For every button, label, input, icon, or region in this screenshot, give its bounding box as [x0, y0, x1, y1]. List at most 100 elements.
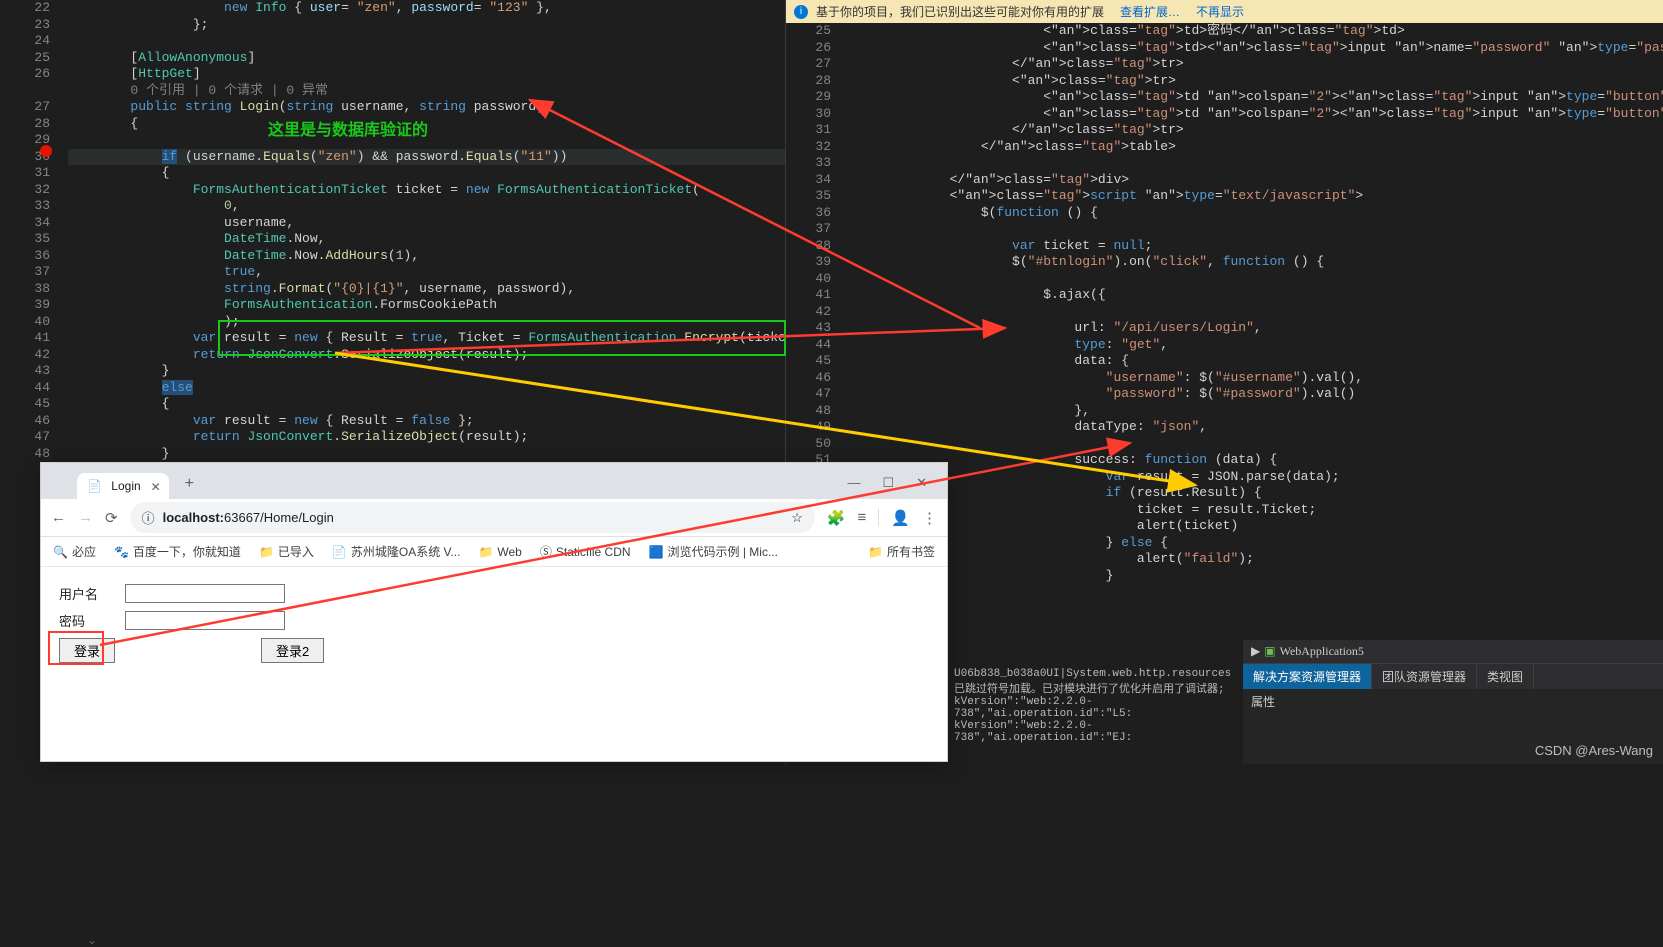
- reload-icon[interactable]: ⟳: [105, 509, 118, 527]
- green-highlight-box: [218, 320, 786, 356]
- code-line[interactable]: [856, 221, 1663, 238]
- search-icon: 🔍: [53, 545, 68, 559]
- password-input[interactable]: [125, 611, 285, 630]
- code-line[interactable]: $.ajax({: [856, 287, 1663, 304]
- code-line[interactable]: <"an">class="tag">tr>: [856, 73, 1663, 90]
- code-line[interactable]: else: [68, 380, 785, 397]
- bookmark-item[interactable]: 📁Web: [478, 545, 521, 559]
- code-line[interactable]: <"an">class="tag">td "an">colspan="2"><"…: [856, 106, 1663, 123]
- code-line[interactable]: type: "get",: [856, 337, 1663, 354]
- code-line[interactable]: if (result.Result) {: [856, 485, 1663, 502]
- bookmark-item[interactable]: 📄苏州城隆OA系统 V...: [332, 543, 461, 560]
- code-line[interactable]: "username": $("#username").val(),: [856, 370, 1663, 387]
- solution-tab[interactable]: 类视图: [1477, 664, 1534, 689]
- code-line[interactable]: alert("faild");: [856, 551, 1663, 568]
- code-line[interactable]: {: [68, 396, 785, 413]
- tab-dropdown-icon[interactable]: ⌄: [87, 933, 97, 947]
- expand-icon[interactable]: ▶: [1251, 644, 1260, 659]
- code-line[interactable]: [68, 33, 785, 50]
- minimize-icon[interactable]: —: [847, 475, 860, 491]
- code-line[interactable]: [856, 271, 1663, 288]
- code-line[interactable]: data: {: [856, 353, 1663, 370]
- bookmark-item[interactable]: ⓈStaticfile CDN: [540, 543, 631, 560]
- code-line[interactable]: public string Login(string username, str…: [68, 99, 785, 116]
- code-line[interactable]: DateTime.Now.AddHours(1),: [68, 248, 785, 265]
- code-line[interactable]: var ticket = null;: [856, 238, 1663, 255]
- bookmark-item[interactable]: 📁已导入: [259, 543, 314, 560]
- menu-icon[interactable]: ⋮: [922, 509, 937, 527]
- code-line[interactable]: </"an">class="tag">div>: [856, 172, 1663, 189]
- code-line[interactable]: $(function () {: [856, 205, 1663, 222]
- code-line[interactable]: return JsonConvert.SerializeObject(resul…: [68, 429, 785, 446]
- tab-close-icon[interactable]: ✕: [151, 480, 161, 494]
- close-window-icon[interactable]: ✕: [916, 475, 927, 491]
- code-line[interactable]: <"an">class="tag">td>密码</"an">class="tag…: [856, 23, 1663, 40]
- view-extensions-link[interactable]: 查看扩展…: [1120, 3, 1180, 20]
- solution-tab[interactable]: 团队资源管理器: [1372, 664, 1477, 689]
- code-line[interactable]: var result = JSON.parse(data);: [856, 469, 1663, 486]
- code-line[interactable]: }: [856, 568, 1663, 585]
- browser-tab[interactable]: 📄 Login ✕: [77, 473, 169, 499]
- code-line[interactable]: </"an">class="tag">tr>: [856, 122, 1663, 139]
- code-line[interactable]: success: function (data) {: [856, 452, 1663, 469]
- profile-icon[interactable]: 👤: [891, 509, 910, 527]
- new-tab-button[interactable]: +: [179, 469, 200, 499]
- s-icon: Ⓢ: [540, 543, 552, 560]
- site-info-icon[interactable]: ⓘ: [142, 508, 155, 527]
- left-code-editor[interactable]: 2223242526272829303132333435363738394041…: [0, 0, 785, 460]
- code-line[interactable]: <"an">class="tag">td "an">colspan="2"><"…: [856, 89, 1663, 106]
- output-line: 已跳过符号加载。已对模块进行了优化并启用了调试器;: [954, 680, 1226, 696]
- code-line[interactable]: alert(ticket): [856, 518, 1663, 535]
- reading-list-icon[interactable]: ≡: [858, 509, 880, 526]
- code-line[interactable]: "password": $("#password").val(): [856, 386, 1663, 403]
- code-line[interactable]: 0,: [68, 198, 785, 215]
- code-line[interactable]: new Info { user= "zen", password= "123" …: [68, 0, 785, 17]
- code-line[interactable]: </"an">class="tag">tr>: [856, 56, 1663, 73]
- bookmark-item[interactable]: 🔍必应: [53, 543, 96, 560]
- code-line[interactable]: [856, 155, 1663, 172]
- extensions-icon[interactable]: 🧩: [827, 509, 846, 527]
- code-line[interactable]: string.Format("{0}|{1}", username, passw…: [68, 281, 785, 298]
- breakpoint-icon[interactable]: [40, 145, 52, 157]
- forward-icon[interactable]: →: [78, 509, 93, 526]
- bookmark-star-icon[interactable]: ☆: [791, 510, 803, 526]
- maximize-icon[interactable]: ☐: [882, 475, 894, 491]
- code-line[interactable]: url: "/api/users/Login",: [856, 320, 1663, 337]
- code-line[interactable]: $("#btnlogin").on("click", function () {: [856, 254, 1663, 271]
- code-line[interactable]: {: [68, 165, 785, 182]
- back-icon[interactable]: ←: [51, 509, 66, 526]
- code-line[interactable]: var result = new { Result = false };: [68, 413, 785, 430]
- code-line[interactable]: [AllowAnonymous]: [68, 50, 785, 67]
- code-line[interactable]: FormsAuthentication.FormsCookiePath: [68, 297, 785, 314]
- dismiss-banner-link[interactable]: 不再显示: [1196, 3, 1244, 20]
- url-input[interactable]: ⓘ localhost:63667/Home/Login ☆: [130, 502, 815, 533]
- bookmark-item[interactable]: 🐾百度一下，你就知道: [114, 543, 241, 560]
- project-name[interactable]: WebApplication5: [1280, 644, 1364, 659]
- code-line[interactable]: DateTime.Now,: [68, 231, 785, 248]
- output-pane[interactable]: U06b838_b038a0UI|System.web.http.resourc…: [950, 664, 1230, 764]
- code-line[interactable]: };: [68, 17, 785, 34]
- code-line[interactable]: <"an">class="tag">td><"an">class="tag">i…: [856, 40, 1663, 57]
- username-input[interactable]: [125, 584, 285, 603]
- bookmark-item[interactable]: 🟦浏览代码示例 | Mic...: [649, 543, 778, 560]
- code-line[interactable]: FormsAuthenticationTicket ticket = new F…: [68, 182, 785, 199]
- code-line[interactable]: ticket = result.Ticket;: [856, 502, 1663, 519]
- login2-button[interactable]: [261, 638, 324, 663]
- solution-tab[interactable]: 解决方案资源管理器: [1243, 664, 1372, 689]
- code-line[interactable]: if (username.Equals("zen") && password.E…: [68, 149, 785, 166]
- code-line[interactable]: }: [68, 446, 785, 461]
- code-line[interactable]: username,: [68, 215, 785, 232]
- code-line[interactable]: }: [68, 363, 785, 380]
- folder-icon: 📁: [478, 545, 493, 559]
- code-line[interactable]: dataType: "json",: [856, 419, 1663, 436]
- code-line[interactable]: [HttpGet]: [68, 66, 785, 83]
- code-line[interactable]: </"an">class="tag">table>: [856, 139, 1663, 156]
- code-line[interactable]: true,: [68, 264, 785, 281]
- code-line[interactable]: [856, 304, 1663, 321]
- code-line[interactable]: } else {: [856, 535, 1663, 552]
- all-bookmarks[interactable]: 📁所有书签: [868, 543, 935, 560]
- code-line[interactable]: [856, 436, 1663, 453]
- code-line[interactable]: 0 个引用 | 0 个请求 | 0 异常: [68, 83, 785, 100]
- code-line[interactable]: <"an">class="tag">script "an">type="text…: [856, 188, 1663, 205]
- code-line[interactable]: },: [856, 403, 1663, 420]
